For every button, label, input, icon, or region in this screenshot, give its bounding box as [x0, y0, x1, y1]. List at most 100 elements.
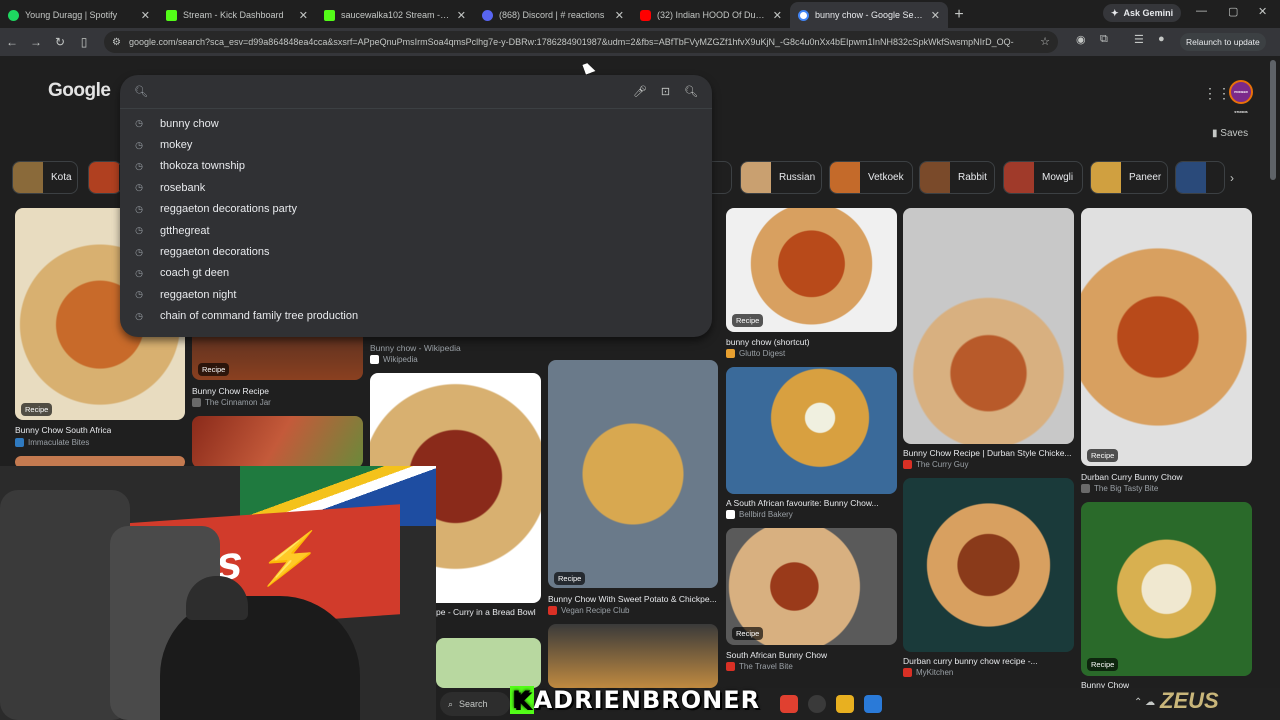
side-panel-icon[interactable]: ▯ [72, 35, 96, 49]
google-icon [798, 9, 809, 21]
tab-kick-stream[interactable]: saucewalka102 Stream - Watch✕ [316, 2, 474, 28]
result-caption[interactable]: Durban curry bunny chow recipe -... [903, 656, 1038, 666]
result-caption[interactable]: Bunny Chow Recipe | Durban Style Chicke.… [903, 448, 1072, 458]
taskbar-app-icon[interactable] [864, 695, 882, 713]
suggestion-item[interactable]: ◷ reggaeton decorations [120, 241, 712, 262]
result-image[interactable] [1081, 208, 1252, 466]
close-icon[interactable]: ✕ [615, 9, 624, 22]
relaunch-button[interactable]: Relaunch to update [1180, 33, 1266, 51]
result-source[interactable]: The Cinnamon Jar [192, 398, 271, 407]
site-favicon [726, 510, 735, 519]
taskbar-app-icon[interactable] [780, 695, 798, 713]
result-caption[interactable]: Durban Curry Bunny Chow [1081, 472, 1183, 482]
suggestion-item[interactable]: ◷ bunny chow [120, 113, 712, 134]
result-caption[interactable]: South African Bunny Chow [726, 650, 827, 660]
result-source[interactable]: The Curry Guy [903, 460, 968, 469]
close-icon[interactable]: ✕ [299, 9, 308, 22]
result-caption[interactable]: pe - Curry in a Bread Bowl [436, 607, 536, 617]
result-image[interactable] [436, 638, 541, 688]
site-favicon [903, 668, 912, 677]
result-source[interactable]: The Big Tasty Bite [1081, 484, 1158, 493]
result-source[interactable]: Immaculate Bites [15, 438, 89, 447]
tab-discord[interactable]: (868) Discord | # reactions ✕ [474, 2, 632, 28]
chevron-right-icon[interactable]: › [1230, 171, 1234, 185]
new-tab-button[interactable]: + [948, 4, 970, 26]
result-source[interactable]: Vegan Recipe Club [548, 606, 630, 615]
suggestion-item[interactable]: ◷ thokoza township [120, 156, 712, 177]
suggestion-item[interactable]: ◷ mokey [120, 134, 712, 155]
wikipedia-icon [370, 355, 379, 364]
chip-russian[interactable]: Russian [740, 161, 822, 194]
tab-spotify[interactable]: Young Duragg | Spotify ✕ [0, 2, 158, 28]
result-caption[interactable]: bunny chow (shortcut) [726, 337, 810, 347]
chip-paneer[interactable]: Paneer [1090, 161, 1168, 194]
result-caption[interactable]: Bunny chow - Wikipedia [370, 343, 461, 353]
chip-mowgli[interactable]: Mowgli [1003, 161, 1083, 194]
window-close-icon[interactable]: ✕ [1258, 5, 1267, 18]
forward-icon[interactable]: → [24, 35, 48, 49]
result-caption[interactable]: Bunny Chow With Sweet Potato & Chickpe..… [548, 594, 717, 604]
maximize-icon[interactable]: ▢ [1228, 5, 1238, 18]
close-icon[interactable]: ✕ [773, 9, 782, 22]
extensions-puzzle-icon[interactable]: ⧉ [1100, 33, 1108, 46]
profile-icon[interactable]: ● [1158, 33, 1165, 45]
extension-icon[interactable]: ◉ [1076, 33, 1086, 46]
tab-search-icon[interactable]: ☰ [1134, 33, 1144, 46]
taskbar-search[interactable]: ⌕ Search [440, 692, 510, 716]
suggestion-item[interactable]: ◷ reggaeton decorations party [120, 199, 712, 220]
result-source[interactable]: Wikipedia [370, 355, 418, 364]
site-info-icon[interactable]: ⚙ [112, 37, 121, 48]
chip-thumbnail-partial[interactable] [88, 161, 122, 194]
result-image[interactable] [903, 208, 1074, 444]
reload-icon[interactable]: ↻ [48, 35, 72, 49]
ask-gemini-button[interactable]: ✦ Ask Gemini [1103, 4, 1182, 22]
search-submit-icon[interactable]: 🔍︎ [684, 85, 698, 98]
result-image[interactable] [1081, 502, 1252, 676]
lens-camera-icon[interactable]: ⊡ [661, 85, 670, 98]
search-suggestions-panel: 🔍︎ 🎤︎ ⊡ 🔍︎ ◷ bunny chow ◷ mokey ◷ thokoza t… [120, 75, 712, 337]
chip-partial[interactable] [1175, 161, 1225, 194]
result-source[interactable]: Glutto Digest [726, 349, 785, 358]
result-caption[interactable]: Bunny Chow South Africa [15, 425, 111, 435]
google-logo[interactable]: Google [48, 80, 111, 102]
result-image[interactable] [548, 360, 718, 588]
result-caption[interactable]: A South African favourite: Bunny Chow... [726, 498, 879, 508]
system-tray-icons[interactable]: ⌃ ☁ [1134, 697, 1155, 708]
avatar[interactable]: PIONEER STUDIOS [1229, 80, 1253, 114]
url-text: google.com/search?sca_esv=d99a864848ea4c… [128, 37, 1014, 47]
chip-kota[interactable]: Kota [12, 161, 78, 194]
close-icon[interactable]: ✕ [141, 9, 150, 22]
result-source[interactable]: MyKitchen [903, 668, 953, 677]
result-source[interactable]: Bellbird Bakery [726, 510, 793, 519]
chip-rabbit[interactable]: Rabbit [919, 161, 995, 194]
result-image[interactable] [548, 624, 718, 688]
bookmark-star-icon[interactable]: ☆ [1040, 35, 1050, 48]
result-caption[interactable]: Bunny Chow Recipe [192, 386, 269, 396]
back-icon[interactable]: ← [0, 35, 24, 49]
result-image[interactable] [903, 478, 1074, 652]
suggestion-item[interactable]: ◷ coach gt deen [120, 263, 712, 284]
suggestion-item[interactable]: ◷ rosebank [120, 177, 712, 198]
address-bar[interactable]: ⚙ google.com/search?sca_esv=d99a864848ea… [104, 31, 1058, 53]
result-image[interactable] [726, 367, 897, 494]
tab-google-search[interactable]: bunny chow - Google Search ✕ [790, 2, 948, 28]
folder-icon[interactable] [836, 695, 854, 713]
close-icon[interactable]: ✕ [457, 9, 466, 22]
google-apps-icon[interactable]: ⋮⋮ [1203, 85, 1231, 102]
microphone-icon[interactable]: 🎤︎ [633, 85, 647, 98]
result-image[interactable] [192, 416, 363, 468]
obs-icon[interactable] [808, 695, 826, 713]
result-source[interactable]: The Travel Bite [726, 662, 793, 671]
suggestion-item[interactable]: ◷ reggaeton night [120, 284, 712, 305]
saves-button[interactable]: ▮ Saves [1212, 128, 1248, 139]
chip-vetkoek[interactable]: Vetkoek [829, 161, 913, 194]
suggestion-item[interactable]: ◷ gtthegreat [120, 220, 712, 241]
scrollbar[interactable] [1270, 60, 1276, 180]
discord-icon [482, 9, 493, 21]
search-input[interactable] [155, 84, 619, 99]
suggestion-item[interactable]: ◷ chain of command family tree production [120, 306, 712, 327]
minimize-icon[interactable]: — [1196, 5, 1207, 17]
close-icon[interactable]: ✕ [931, 9, 940, 22]
tab-kick-dashboard[interactable]: Stream - Kick Dashboard ✕ [158, 2, 316, 28]
tab-youtube[interactable]: (32) Indian HOOD Of Durban, S✕ [632, 2, 790, 28]
